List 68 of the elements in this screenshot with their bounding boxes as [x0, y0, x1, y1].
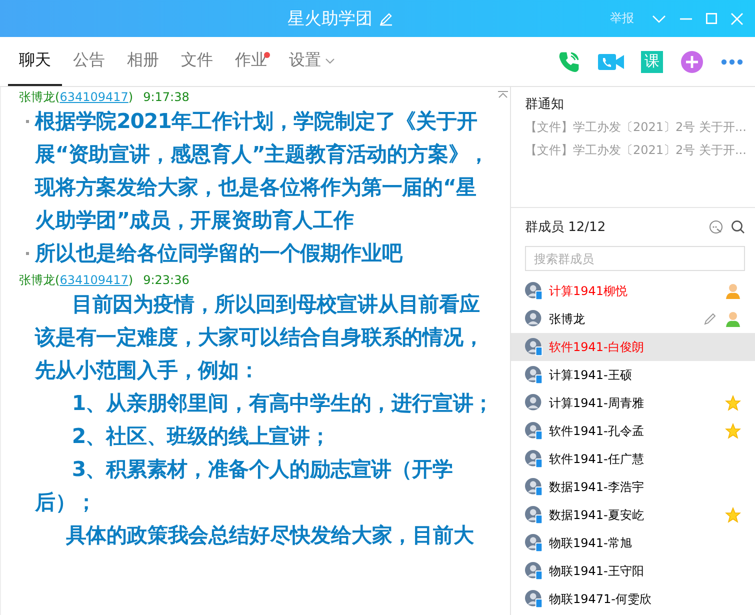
message-text: 根据学院2021年工作计划，学院制定了《关于开展“资助宣讲，感恩育人”主题教育活动的方案》，现将方案发给大家，也是各位将作为第一届的“星火助学团”成员，开展资助育人工作 [35, 109, 490, 232]
message-text: 3、积累素材，准备个人的励志宣讲（开学后）； [35, 457, 453, 514]
tab[interactable]: 聊天 [8, 37, 62, 86]
message-text: 目前因为疫情，所以回到母校宣讲从目前看应该是有一定难度，大家可以结合自身联系的情况，先从小范围入手，例如： [35, 292, 484, 382]
member-row[interactable]: 计算1941-王硕 [511, 361, 755, 389]
member-row[interactable]: 软件1941-白俊朗 [511, 333, 755, 361]
member-row[interactable]: 数据1941-夏安屹 [511, 501, 755, 529]
member-name: 物联1941-常旭 [549, 534, 633, 552]
section-title: 群成员 12/12 [525, 219, 607, 236]
tab[interactable]: 作业 [224, 37, 278, 86]
maximize-icon[interactable] [706, 13, 717, 24]
member-row[interactable]: 软件1941-孔令孟 [511, 417, 755, 445]
tab[interactable]: 公告 [62, 37, 116, 86]
member-row[interactable]: 计算1941-周青雅 [511, 389, 755, 417]
pencil-icon[interactable] [703, 312, 717, 326]
person-icon [725, 283, 741, 299]
notice-item[interactable]: 【文件】学工办发〔2021〕2号 关于开... [525, 119, 755, 136]
sender-id[interactable]: (634109417) [55, 90, 134, 104]
sender-id[interactable]: (634109417) [55, 273, 134, 287]
caret-icon [325, 58, 335, 64]
message-text: 所以也是给各位同学留的一个假期作业吧 [35, 241, 402, 265]
member-name: 物联1941-王守阳 [549, 562, 645, 580]
message-text: 2、社区、班级的线上宣讲； [72, 424, 330, 448]
member-row[interactable]: 物联1941-常旭 [511, 529, 755, 557]
message-time: 9:23:36 [143, 272, 190, 288]
tab[interactable]: 设置 [278, 37, 346, 86]
member-name: 软件1941-白俊朗 [549, 338, 645, 356]
star-icon [725, 395, 741, 411]
collapse-icon[interactable] [498, 91, 508, 98]
section-title: 群通知 [525, 96, 565, 113]
sender-name: 张博龙(634109417) [19, 89, 134, 105]
search-icon[interactable] [731, 220, 745, 234]
dropdown-icon[interactable] [652, 14, 666, 22]
member-row[interactable]: 张博龙 [511, 305, 755, 333]
person-icon [725, 311, 741, 327]
more-icon[interactable] [721, 58, 743, 64]
member-row[interactable]: 数据1941-李浩宇 [511, 473, 755, 501]
chat-bubble-icon[interactable] [709, 220, 723, 234]
sender-name: 张博龙(634109417) [19, 272, 134, 288]
search-field[interactable]: 搜索群成员 [525, 246, 745, 271]
video-camera-icon[interactable] [598, 52, 624, 72]
window-title: 星火助学团 [288, 8, 372, 30]
member-row[interactable]: 物联19471-何雯欣 [511, 585, 755, 613]
tab[interactable]: 相册 [116, 37, 170, 86]
message-text: 1、从亲朋邻里间，有高中学生的，进行宣讲； [72, 391, 494, 415]
member-name: 计算1941柳悦 [549, 282, 629, 300]
message-time: 9:17:38 [143, 89, 190, 105]
member-name: 数据1941-夏安屹 [549, 506, 645, 524]
add-icon[interactable] [680, 50, 704, 74]
member-name: 数据1941-李浩宇 [549, 478, 645, 496]
tab[interactable]: 文件 [170, 37, 224, 86]
member-name: 计算1941-王硕 [549, 366, 633, 384]
close-icon[interactable] [731, 12, 743, 24]
star-icon [725, 423, 741, 439]
member-name: 张博龙 [549, 310, 586, 328]
member-name: 软件1941-孔令孟 [549, 422, 645, 440]
phone-icon[interactable] [557, 50, 581, 74]
member-row[interactable]: 物联1941-王守阳 [511, 557, 755, 585]
member-name: 物联19471-何雯欣 [549, 590, 653, 608]
minimize-icon[interactable] [680, 18, 692, 20]
notice-item[interactable]: 【文件】学工办发〔2021〕2号 关于开... [525, 142, 755, 159]
message-text: 具体的政策我会总结好尽快发给大家，目前大 [66, 523, 474, 547]
member-name: 软件1941-任广慧 [549, 450, 645, 468]
member-row[interactable]: 软件1941-任广慧 [511, 445, 755, 473]
edit-icon[interactable] [378, 12, 392, 26]
member-name: 计算1941-周青雅 [549, 394, 645, 412]
star-icon [725, 507, 741, 523]
member-row[interactable]: 计算1941柳悦 [511, 277, 755, 305]
